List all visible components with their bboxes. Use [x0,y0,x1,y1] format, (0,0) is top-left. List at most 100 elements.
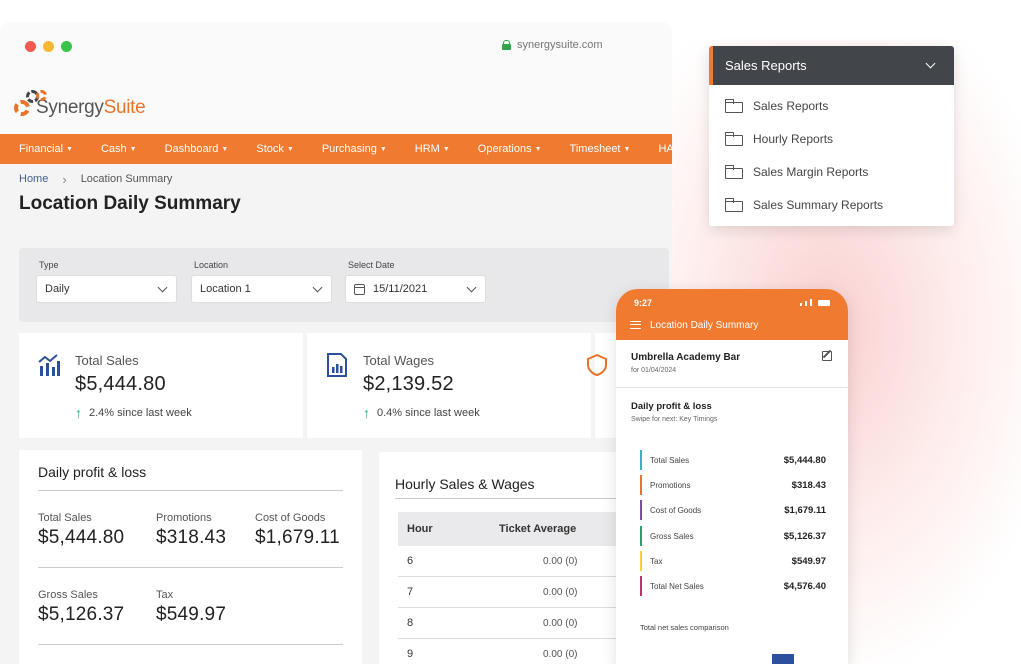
breadcrumb-current: Location Summary [80,173,173,185]
menu-item-hourly-reports[interactable]: Hourly Reports [709,122,954,155]
chevron-down-icon: ▼ [66,145,73,153]
venue-date: for 01/04/2024 [631,367,677,374]
arrow-up-icon: ↑ [363,405,370,421]
stat-change: ↑ 0.4% since last week [363,405,480,421]
folder-icon [725,98,743,113]
maximize-window-button[interactable] [61,41,72,52]
edit-icon[interactable] [822,351,832,361]
lock-icon [502,40,511,50]
close-window-button[interactable] [25,41,36,52]
calendar-icon [354,283,365,295]
total-wages-card: Total Wages $2,139.52 ↑ 0.4% since last w… [307,333,591,438]
location-filter: Location Location 1 [191,260,332,303]
location-label: Location [194,260,229,270]
chevron-down-icon: ▼ [534,145,542,153]
stat-value: $5,444.80 [75,373,166,395]
type-select[interactable]: Daily [36,275,177,303]
folder-icon [725,164,743,179]
type-label: Type [39,260,59,270]
pl-total-sales: Total Sales $5,444.80 [38,512,125,548]
url-text: synergysuite.com [517,39,603,51]
menu-item-sales-reports[interactable]: Sales Reports [709,89,954,122]
signal-wifi-battery-icon [800,299,830,306]
swipe-hint: Swipe for next: Key Timings [631,416,718,423]
report-icon [327,353,347,377]
chevron-down-icon [157,282,168,293]
pl-tax: Tax $549.97 [156,589,227,625]
folder-icon [725,197,743,212]
stat-change: ↑ 2.4% since last week [75,405,192,421]
profit-loss-card: Daily profit & loss Total Sales $5,444.8… [19,450,362,664]
nav-hrm[interactable]: HRM ▼ [415,143,450,155]
breadcrumb-home[interactable]: Home [19,173,48,185]
comparison-title: Total net sales comparison [640,623,729,632]
comparison-chart-bar [772,654,794,664]
stat-label: Total Sales [75,353,139,368]
divider [38,490,343,491]
menu-item-sales-summary-reports[interactable]: Sales Summary Reports [709,188,954,221]
chevron-down-icon: ▼ [442,145,450,153]
chevron-down-icon: ▼ [129,145,137,153]
venue-name: Umbrella Academy Bar [631,352,741,363]
phone-section-title: Daily profit & loss [631,401,712,412]
chevron-down-icon: ▼ [221,145,229,153]
phone-time: 9:27 [634,298,653,308]
chevron-down-icon [312,282,323,293]
chevron-down-icon: ▼ [286,145,294,153]
nav-purchasing[interactable]: Purchasing ▼ [322,143,387,155]
nav-hacc[interactable]: HACC [658,143,672,155]
location-select[interactable]: Location 1 [191,275,332,303]
phone-metrics-list: Total Sales $5,444.80 Promotions $318.43 C… [640,449,826,600]
reports-dropdown-list: Sales Reports Hourly Reports Sales Margi… [709,85,954,221]
profit-loss-title: Daily profit & loss [38,464,147,480]
nav-dashboard[interactable]: Dashboard ▼ [165,143,229,155]
pl-gross-sales: Gross Sales $5,126.37 [38,589,125,625]
nav-cash[interactable]: Cash ▼ [101,143,137,155]
breadcrumb: Home › Location Summary [0,164,672,194]
arrow-up-icon: ↑ [75,405,82,421]
list-item: Total Net Sales $4,576.40 [640,575,826,600]
nav-timesheet[interactable]: Timesheet ▼ [570,143,631,155]
browser-titlebar: synergysuite.com [0,22,672,72]
chevron-down-icon: ▼ [623,145,631,153]
chevron-right-icon: › [62,171,67,187]
logo-text: SynergySuite [36,97,146,118]
pl-promotions: Promotions $318.43 [156,512,227,548]
total-sales-card: Total Sales $5,444.80 ↑ 2.4% since last w… [19,333,303,438]
stat-label: Total Wages [363,353,435,368]
phone-header: 9:27 Location Daily Summary [616,289,848,340]
chevron-down-icon [925,58,936,69]
hourly-title: Hourly Sales & Wages [395,476,535,492]
minimize-window-button[interactable] [43,41,54,52]
chevron-down-icon: ▼ [379,145,387,153]
menu-item-sales-margin-reports[interactable]: Sales Margin Reports [709,155,954,188]
date-filter: Select Date 15/11/2021 [345,260,486,303]
filter-panel: Type Daily Location Location 1 Select Da… [19,248,669,322]
reports-dropdown-toggle[interactable]: Sales Reports [709,46,954,85]
chart-icon [38,354,60,376]
column-header-hour[interactable]: Hour [407,523,433,535]
folder-icon [725,131,743,146]
brand-bar: SynergySuite [0,72,672,134]
chevron-down-icon [466,282,477,293]
list-item: Gross Sales $5,126.37 [640,525,826,550]
reports-dropdown: Sales Reports Sales Reports Hourly Repor… [709,46,954,226]
stat-value: $2,139.52 [363,373,454,395]
nav-stock[interactable]: Stock ▼ [256,143,293,155]
logo[interactable]: SynergySuite [12,88,146,120]
list-item: Tax $549.97 [640,550,826,575]
pl-cost-of-goods: Cost of Goods $1,679.11 [255,512,340,548]
type-filter: Type Daily [36,260,177,303]
main-nav: Financial ▼ Cash ▼ Dashboard ▼ Stock ▼ Purch… [0,134,672,164]
nav-financial[interactable]: Financial ▼ [19,143,73,155]
gears-icon [12,88,48,120]
column-header-ticket-average[interactable]: Ticket Average [499,523,576,535]
divider [616,387,848,388]
address-bar[interactable]: synergysuite.com [502,39,603,51]
hamburger-menu-icon[interactable] [630,321,641,329]
date-label: Select Date [348,260,395,270]
phone-title: Location Daily Summary [650,320,759,331]
date-picker[interactable]: 15/11/2021 [345,275,486,303]
nav-operations[interactable]: Operations ▼ [478,143,542,155]
stats-row: Total Sales $5,444.80 ↑ 2.4% since last w… [19,333,669,438]
